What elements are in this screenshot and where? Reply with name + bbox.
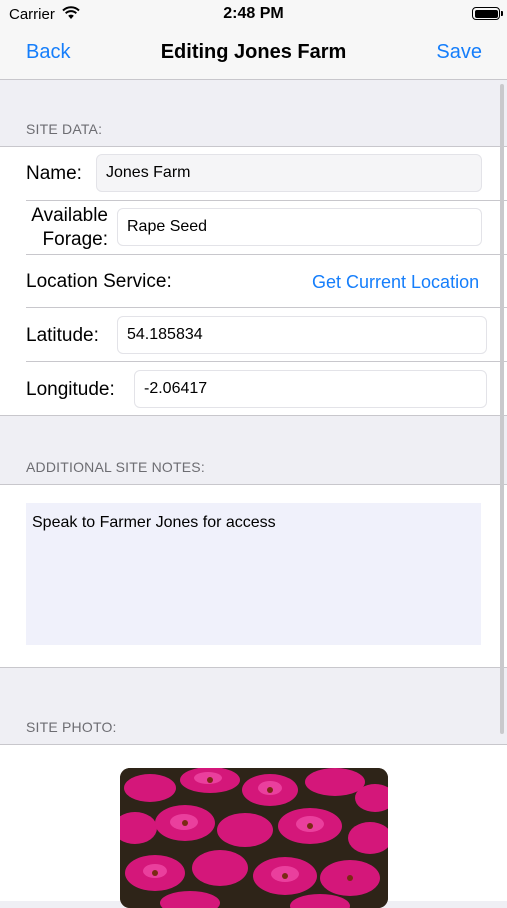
scrollbar[interactable]	[500, 84, 504, 734]
forage-field[interactable]: Rape Seed	[117, 208, 482, 246]
name-field[interactable]: Jones Farm	[96, 154, 482, 192]
row-separator	[26, 361, 507, 362]
site-data-header: SITE DATA:	[26, 121, 103, 137]
name-label: Name:	[26, 163, 82, 184]
location-service-label: Location Service:	[26, 271, 172, 292]
row-separator	[26, 200, 507, 201]
site-photo[interactable]	[120, 768, 388, 908]
forage-label-line1: Available	[31, 205, 108, 226]
notes-header: ADDITIONAL SITE NOTES:	[26, 459, 205, 475]
clock: 2:48 PM	[223, 5, 284, 22]
latitude-field[interactable]: 54.185834	[117, 316, 487, 354]
row-separator	[26, 254, 507, 255]
row-separator	[26, 307, 507, 308]
status-bar: Carrier 2:48 PM	[0, 0, 507, 28]
save-button[interactable]: Save	[436, 41, 482, 64]
page-title: Editing Jones Farm	[160, 41, 347, 63]
flower-photo-image	[120, 768, 388, 908]
forage-label-line2: Forage:	[42, 229, 108, 250]
site-photo-header: SITE PHOTO:	[26, 719, 117, 735]
get-current-location-button[interactable]: Get Current Location	[312, 272, 479, 293]
latitude-label: Latitude:	[26, 325, 99, 346]
longitude-label: Longitude:	[26, 379, 115, 400]
battery-icon	[472, 7, 503, 20]
longitude-field[interactable]: -2.06417	[134, 370, 487, 408]
navigation-bar: Back Editing Jones Farm Save	[0, 28, 507, 80]
notes-textarea[interactable]: Speak to Farmer Jones for access	[26, 503, 481, 645]
